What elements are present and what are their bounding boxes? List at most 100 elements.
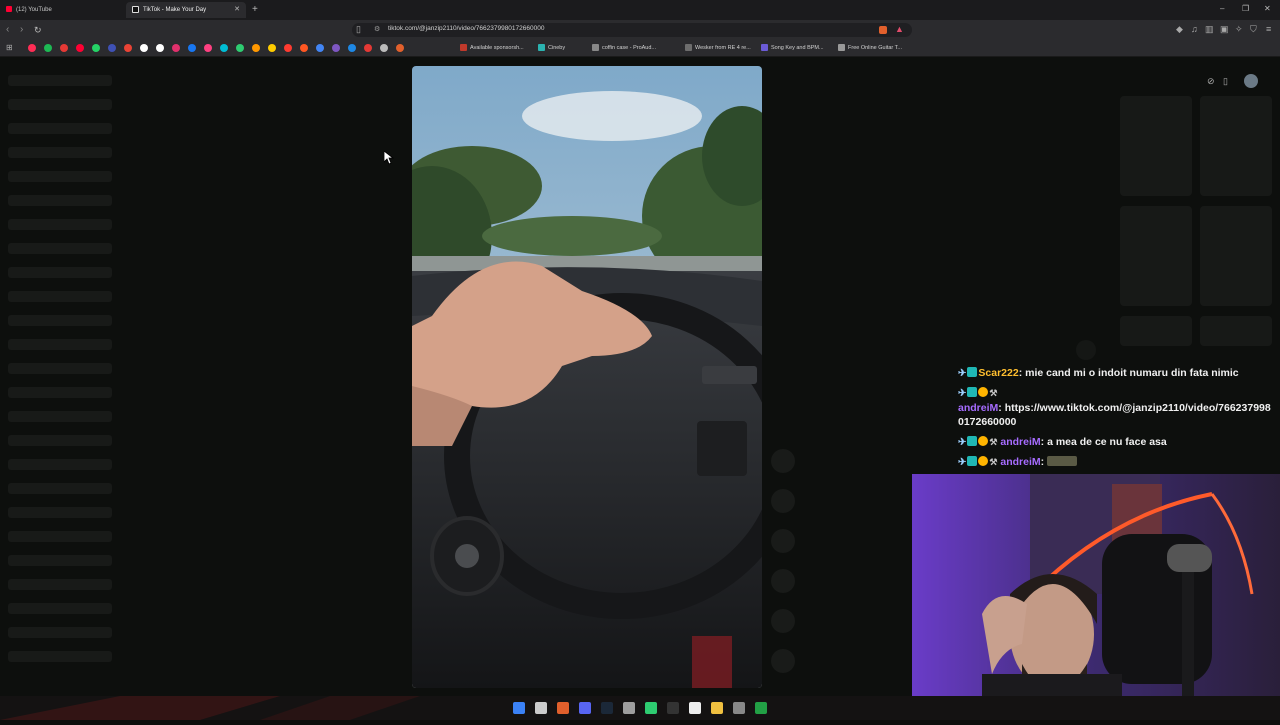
bookmark-sponsorship[interactable]: Available sponsorsh... [460, 44, 524, 51]
bookmark-favicon-icon[interactable] [44, 44, 52, 52]
video-player[interactable] [412, 66, 762, 688]
taskbar [0, 696, 1280, 720]
leo-icon[interactable]: ✧ [1235, 24, 1243, 35]
action-placeholder-icon[interactable] [771, 649, 795, 673]
webcam-overlay [912, 474, 1280, 720]
windows-icon[interactable] [513, 702, 525, 714]
sword-badge-icon: ✈ [958, 388, 967, 399]
video-card-skeleton[interactable] [1120, 206, 1192, 306]
brave-rewards-icon[interactable]: ▲ [895, 24, 904, 34]
close-window-button[interactable]: ✕ [1264, 4, 1271, 13]
wallet-icon[interactable]: ▣ [1220, 24, 1229, 35]
bookmark-favicon-icon[interactable] [332, 44, 340, 52]
xbox-icon[interactable] [645, 702, 657, 714]
video-card-skeleton[interactable] [1200, 316, 1272, 346]
calculator-icon[interactable] [623, 702, 635, 714]
video-card-skeleton[interactable] [1120, 316, 1192, 346]
bookmark-song-key[interactable]: Song Key and BPM... [761, 44, 824, 51]
files-icon[interactable] [711, 702, 723, 714]
reload-icon[interactable]: ↻ [34, 24, 42, 36]
vpn-icon[interactable]: ⛉ [1250, 24, 1257, 35]
bookmark-cineby[interactable]: Cineby [538, 44, 565, 51]
brave-icon[interactable] [557, 702, 569, 714]
back-arrow-icon[interactable]: ‹ [6, 24, 9, 36]
bookmark-favicon-icon[interactable] [60, 44, 68, 52]
bookmark-guitar[interactable]: Free Online Guitar T... [838, 44, 902, 51]
bookmark-favicon-icon[interactable] [172, 44, 180, 52]
skeleton-bar [8, 459, 112, 470]
bookmark-favicon-icon[interactable] [92, 44, 100, 52]
bookmark-favicon-icon[interactable] [220, 44, 228, 52]
sidebar-icon[interactable]: ▥ [1205, 24, 1214, 35]
bookmark-favicon-icon[interactable] [76, 44, 84, 52]
video-card-skeleton[interactable] [1200, 96, 1272, 196]
action-placeholder-icon[interactable] [771, 449, 795, 473]
chat-link-continued[interactable]: 0172660000 [958, 416, 1016, 428]
apps-grid-icon[interactable]: ⊞ [6, 43, 13, 52]
chat-message: ✈ ⚒ andreiM: a mea de ce nu face asa [958, 435, 1167, 450]
bookmark-favicon-icon[interactable] [380, 44, 388, 52]
settings-icon[interactable] [733, 702, 745, 714]
steam-icon[interactable] [601, 702, 613, 714]
action-placeholder-icon[interactable] [771, 529, 795, 553]
skeleton-bar [8, 579, 112, 590]
forward-arrow-icon[interactable]: › [20, 24, 23, 36]
bookmark-favicon [838, 44, 845, 51]
bookmark-favicon-icon[interactable] [124, 44, 132, 52]
skeleton-bar [8, 555, 112, 566]
bookmark-favicon-icon[interactable] [156, 44, 164, 52]
video-card-skeleton[interactable] [1200, 206, 1272, 306]
brave-shield-icon[interactable] [879, 26, 887, 34]
capcut-icon[interactable] [689, 702, 701, 714]
spotify-icon[interactable] [667, 702, 679, 714]
bookmark-favicon-icon[interactable] [284, 44, 292, 52]
action-placeholder-icon[interactable] [771, 609, 795, 633]
bookmark-favicon-icon[interactable] [108, 44, 116, 52]
address-bar[interactable]: ▯ ⚙ tiktok.com/@janzip2110/video/7662379… [352, 23, 912, 37]
menu-icon[interactable]: ≡ [1266, 24, 1271, 34]
bookmark-favicon-icon[interactable] [300, 44, 308, 52]
action-placeholder-icon[interactable] [771, 489, 795, 513]
device-icon[interactable]: ▯ [1223, 76, 1228, 87]
avatar[interactable] [1244, 74, 1258, 88]
bookmark-favicon-icon[interactable] [188, 44, 196, 52]
close-tab-icon[interactable]: ✕ [234, 2, 240, 18]
bookmark-favicon-icon[interactable] [396, 44, 404, 52]
extensions-icon[interactable]: ◆ [1176, 24, 1183, 35]
bookmark-icon[interactable]: ▯ [356, 24, 361, 35]
search-icon[interactable] [535, 702, 547, 714]
bookmark-favicon-icon[interactable] [204, 44, 212, 52]
bookmark-favicon-icon[interactable] [236, 44, 244, 52]
skeleton-bar [8, 267, 112, 278]
chat-text: mie cand mi o indoit numaru din fata nim… [1025, 367, 1239, 379]
skeleton-bar [8, 123, 112, 134]
skeleton-bar [8, 219, 112, 230]
tab-youtube[interactable]: (12) YouTube [0, 2, 120, 18]
bookmark-favicon-icon[interactable] [28, 44, 36, 52]
bookmark-coffin-case[interactable]: coffin case - ProAud... [592, 44, 656, 51]
tab-tiktok[interactable]: TikTok - Make Your Day ✕ [126, 2, 246, 18]
bookmark-wesker[interactable]: Wesker from RE 4 re... [685, 44, 751, 51]
bookmark-favicon-icon[interactable] [140, 44, 148, 52]
bookmark-favicon-icon[interactable] [316, 44, 324, 52]
upload-icon[interactable]: ⊘ [1207, 76, 1215, 87]
bookmark-favicon-icon[interactable] [252, 44, 260, 52]
chat-link[interactable]: https://www.tiktok.com/@janzip2110/video… [1005, 402, 1271, 414]
bookmark-favicon-icon[interactable] [348, 44, 356, 52]
music-icon[interactable]: ♫ [1191, 24, 1198, 34]
discord-icon[interactable] [579, 702, 591, 714]
tab-bar: (12) YouTube TikTok - Make Your Day ✕ + … [0, 0, 1280, 20]
youtube-icon [6, 6, 12, 13]
action-placeholder-icon[interactable] [771, 569, 795, 593]
gamepass-icon[interactable] [755, 702, 767, 714]
bookmark-favicon-icon[interactable] [268, 44, 276, 52]
skeleton-bar [8, 387, 112, 398]
maximize-button[interactable]: ❐ [1242, 4, 1249, 13]
video-card-skeleton[interactable] [1120, 96, 1192, 196]
new-tab-button[interactable]: + [252, 2, 258, 18]
skeleton-bar [8, 147, 112, 158]
bookmark-favicon-icon[interactable] [364, 44, 372, 52]
site-info-icon[interactable]: ⚙ [374, 25, 380, 33]
skeleton-bar [8, 291, 112, 302]
minimize-button[interactable]: – [1220, 4, 1224, 13]
